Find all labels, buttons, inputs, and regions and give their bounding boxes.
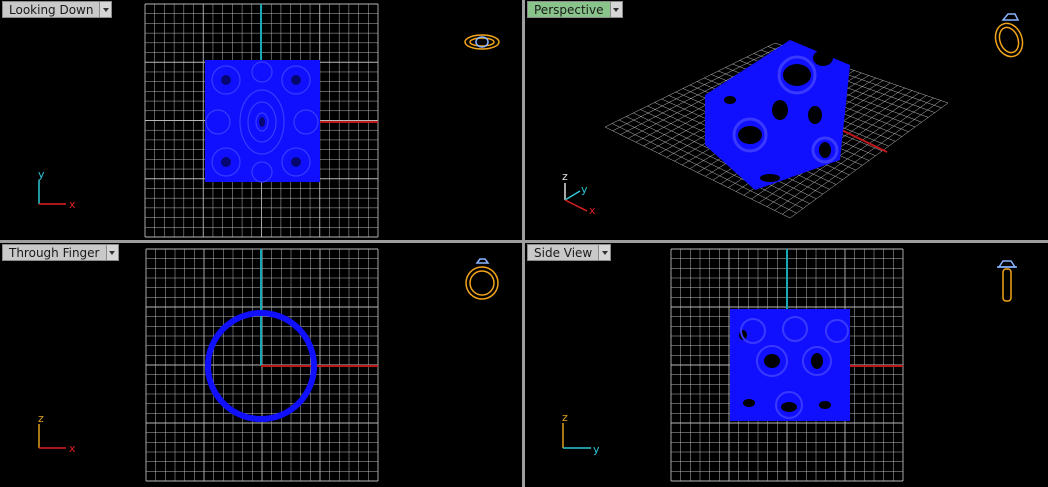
- viewport-looking-down[interactable]: Looking Down y x: [0, 0, 522, 240]
- viewport-label-through-finger[interactable]: Through Finger: [2, 244, 119, 261]
- ring-side-view-icon[interactable]: [997, 260, 1017, 302]
- viewport-name[interactable]: Side View: [527, 244, 599, 261]
- ring-model[interactable]: [705, 40, 850, 190]
- viewport-label-side-view[interactable]: Side View: [527, 244, 612, 261]
- gizmo-label-y: y: [593, 443, 600, 456]
- ring-model[interactable]: [730, 309, 850, 421]
- axis-gizmo: z x: [38, 412, 76, 455]
- ring-perspective-icon[interactable]: [991, 13, 1027, 60]
- viewport-menu-dropdown-icon[interactable]: [598, 244, 612, 261]
- viewport-name[interactable]: Perspective: [527, 1, 610, 18]
- axis-gizmo: z y x: [562, 170, 596, 217]
- viewport-menu-dropdown-icon[interactable]: [99, 1, 113, 18]
- gizmo-label-x: x: [69, 198, 76, 211]
- axis-gizmo: y x: [38, 168, 76, 211]
- gizmo-label-z: z: [562, 170, 568, 183]
- gizmo-label-x: x: [69, 442, 76, 455]
- perspective-scene: z y x: [562, 13, 1027, 219]
- viewport-side-view[interactable]: Side View z y: [525, 243, 1048, 487]
- gizmo-label-y: y: [38, 168, 45, 181]
- viewport-menu-dropdown-icon[interactable]: [105, 244, 119, 261]
- through-finger-scene: z x: [38, 248, 499, 482]
- side-view-scene: z y: [562, 248, 1017, 482]
- gizmo-label-z: z: [38, 412, 44, 425]
- viewport-through-finger[interactable]: Through Finger z x: [0, 243, 522, 487]
- viewport-label-perspective[interactable]: Perspective: [527, 1, 623, 18]
- viewport-perspective[interactable]: Perspective z y x: [525, 0, 1048, 240]
- gizmo-label-y: y: [581, 183, 588, 196]
- gizmo-label-x: x: [589, 204, 596, 217]
- axis-gizmo: z y: [562, 411, 600, 456]
- viewport-name[interactable]: Through Finger: [2, 244, 106, 261]
- ring-top-view-icon[interactable]: [464, 34, 500, 50]
- gizmo-label-z: z: [562, 411, 568, 424]
- ring-model[interactable]: [205, 60, 320, 183]
- looking-down-scene: y x: [38, 3, 500, 238]
- ring-front-view-icon[interactable]: [465, 258, 499, 300]
- viewport-label-looking-down[interactable]: Looking Down: [2, 1, 113, 18]
- viewport-name[interactable]: Looking Down: [2, 1, 100, 18]
- viewport-menu-dropdown-icon[interactable]: [609, 1, 623, 18]
